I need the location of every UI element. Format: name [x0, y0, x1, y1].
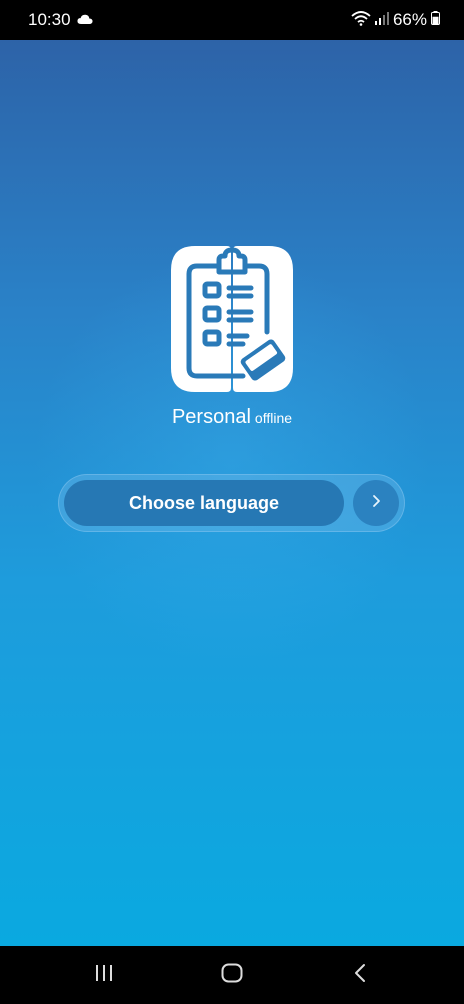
app-subtitle: offline — [254, 410, 293, 426]
status-right: 66% — [351, 10, 440, 31]
battery-icon — [431, 10, 440, 30]
status-left: 10:30 — [28, 10, 93, 30]
wifi-icon — [351, 10, 371, 31]
back-button[interactable] — [330, 955, 390, 995]
next-button[interactable] — [353, 480, 399, 526]
splash-screen: Personal offline Choose language — [0, 40, 464, 946]
home-button[interactable] — [202, 955, 262, 995]
recents-icon — [94, 964, 114, 987]
chevron-right-icon — [369, 494, 383, 513]
choose-language-button[interactable]: Choose language — [64, 480, 344, 526]
app-name: Personal offline — [0, 406, 464, 429]
navigation-bar — [0, 946, 464, 1004]
clipboard-checklist-icon — [167, 244, 297, 394]
cloud-icon — [76, 10, 93, 30]
app-title: Personal — [171, 406, 251, 428]
back-icon — [353, 963, 367, 988]
language-selector: Choose language — [58, 474, 405, 532]
signal-icon — [374, 10, 389, 30]
status-time: 10:30 — [28, 10, 71, 29]
choose-language-label: Choose language — [128, 492, 280, 513]
status-bar: 10:30 66% — [0, 0, 464, 40]
battery-fill — [432, 16, 439, 24]
recents-button[interactable] — [74, 955, 134, 995]
home-icon — [221, 963, 243, 988]
battery-percent: 66% — [392, 10, 427, 29]
